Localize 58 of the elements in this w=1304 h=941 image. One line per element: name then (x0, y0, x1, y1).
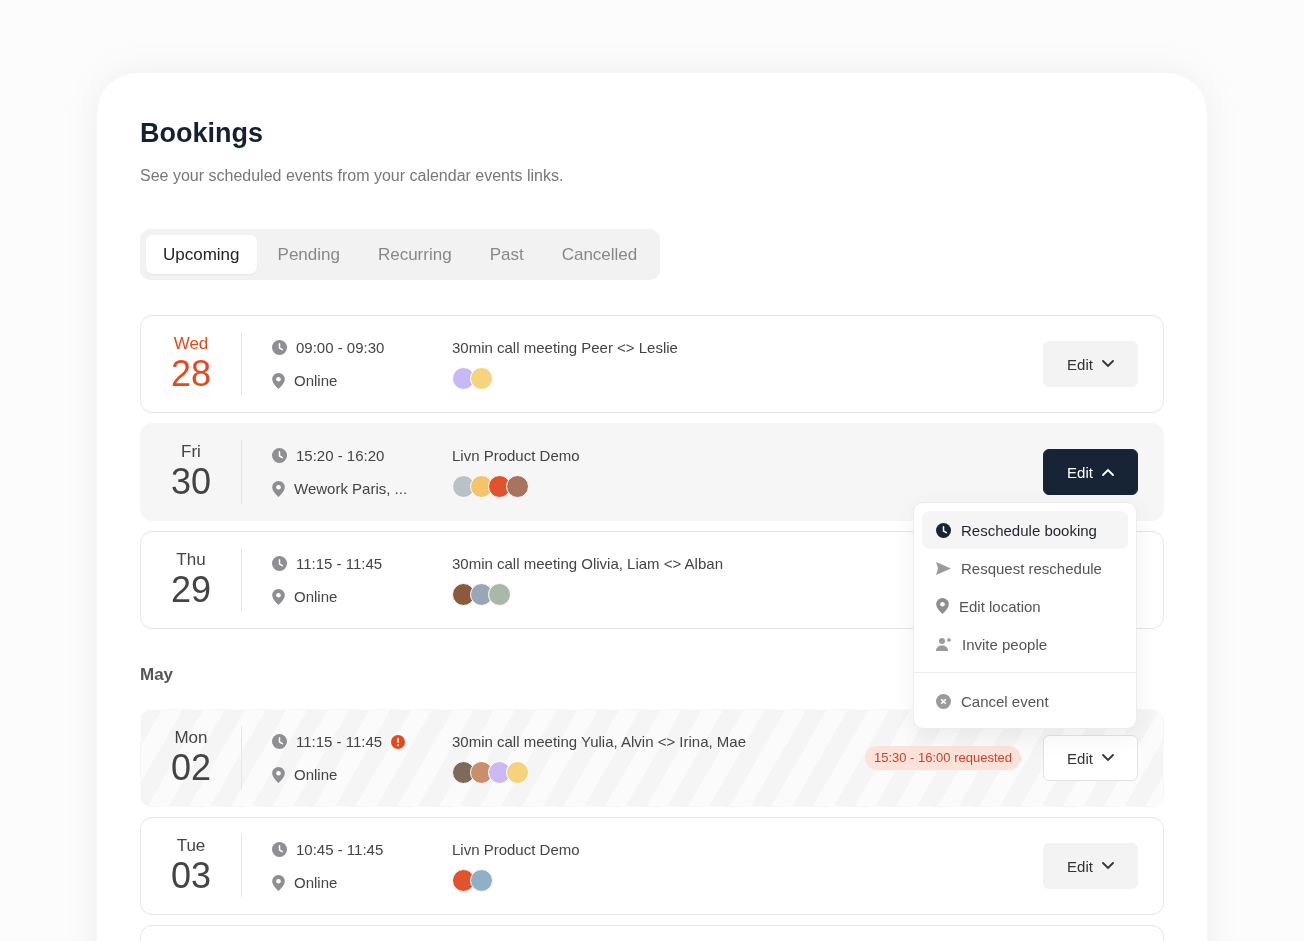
booking-date: 03 (170, 856, 211, 896)
menu-item[interactable]: Resquest reschedule (922, 549, 1128, 587)
booking-day: Tue (176, 836, 206, 856)
chevron-down-icon (1101, 862, 1114, 870)
clock-icon (272, 340, 287, 355)
booking-time: 11:15 - 11:45 (296, 732, 383, 751)
edit-button[interactable]: Edit (1043, 843, 1138, 889)
edit-button[interactable]: Edit (1043, 341, 1138, 387)
page-title: Bookings (140, 117, 264, 149)
clock-icon (272, 842, 287, 857)
booking-location: Online (294, 587, 338, 606)
tab[interactable]: Upcoming (146, 235, 257, 274)
send-icon (936, 561, 951, 575)
booking-title: 30min call meeting Peer <> Leslie (452, 338, 678, 357)
menu-item[interactable]: Reschedule booking (922, 511, 1128, 549)
booking-location: Online (294, 371, 338, 390)
clock-icon (272, 556, 287, 571)
booking-title: Livn Product Demo (452, 840, 580, 859)
section-label: May (140, 665, 175, 685)
edit-button[interactable]: Edit (1043, 449, 1138, 495)
booking-date: 29 (170, 570, 211, 610)
chevron-down-icon (1101, 360, 1114, 368)
clock-icon (272, 734, 287, 749)
booking-day: Mon (174, 728, 208, 748)
cancel-icon (936, 693, 951, 709)
location-pin-icon (272, 766, 285, 783)
menu-item[interactable]: Cancel event (922, 682, 1128, 720)
booking-date: 30 (170, 462, 211, 502)
edit-button[interactable]: Edit (1043, 735, 1138, 781)
booking-title: Livn Product Demo (452, 446, 580, 465)
location-pin-icon (272, 874, 285, 891)
chevron-down-icon (1101, 754, 1114, 762)
chevron-up-icon (1101, 468, 1114, 476)
clock-icon (936, 522, 951, 538)
booking-location: Online (294, 765, 338, 784)
booking-date: 28 (170, 354, 211, 394)
booking-date: 02 (170, 748, 211, 788)
menu-item[interactable]: Edit location (922, 587, 1128, 625)
booking-day: Fri (181, 442, 201, 462)
booking-time: 10:45 - 11:45 (296, 840, 384, 859)
request-badge: 15:30 - 16:00 requested (864, 746, 1021, 770)
booking-day: Thu (176, 550, 206, 570)
booking-time: 11:15 - 11:45 (296, 554, 383, 573)
booking-time: 15:20 - 16:20 (296, 446, 385, 465)
page-subtitle: See your scheduled events from your calendar events links. (140, 166, 565, 186)
booking-time: 09:00 - 09:30 (296, 338, 385, 357)
location-pin-icon (272, 588, 285, 605)
location-pin-icon (272, 480, 285, 497)
add-person-icon (936, 637, 952, 651)
clock-icon (272, 448, 287, 463)
booking-title: 30min call meeting Olivia, Liam <> Alban (452, 554, 723, 573)
booking-location: Wework Paris, ... (294, 479, 408, 498)
booking-location: Online (294, 873, 338, 892)
location-pin-icon (272, 372, 285, 389)
menu-item[interactable]: Invite people (922, 625, 1128, 663)
location-pin-icon (936, 598, 949, 614)
booking-day: Wed (173, 334, 209, 354)
booking-title: 30min call meeting Yulia, Alvin <> Irina, Mae (452, 732, 747, 751)
